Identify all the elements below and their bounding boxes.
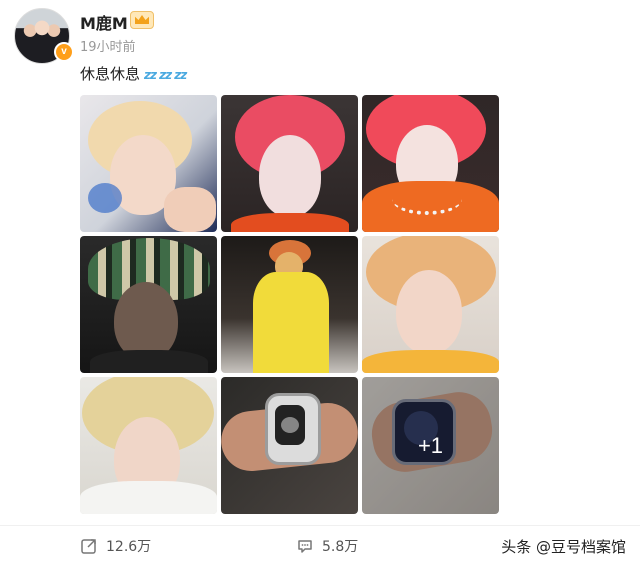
repost-button[interactable]: 12.6万 xyxy=(80,536,151,556)
more-count: +1 xyxy=(417,432,444,458)
comment-button[interactable]: 5.8万 xyxy=(296,536,358,556)
username[interactable]: M鹿M xyxy=(80,10,128,34)
photo-thumbnail[interactable] xyxy=(221,236,358,373)
photo-thumbnail[interactable] xyxy=(362,236,499,373)
sleep-emoji-icon: zz zz zz xyxy=(144,68,187,82)
vip-crown-icon xyxy=(130,11,154,29)
repost-count: 12.6万 xyxy=(106,539,152,555)
divider xyxy=(0,525,640,526)
photo-thumbnail[interactable] xyxy=(221,377,358,514)
comment-count: 5.8万 xyxy=(322,539,359,555)
watermark: 头条 @豆号档案馆 xyxy=(501,536,626,557)
photo-thumbnail[interactable] xyxy=(362,95,499,232)
photo-thumbnail[interactable] xyxy=(221,95,358,232)
photo-thumbnail[interactable] xyxy=(80,236,217,373)
post-timestamp[interactable]: 19小时前 xyxy=(80,36,136,55)
post-text-content: 休息休息 xyxy=(80,65,141,83)
comment-icon xyxy=(298,540,312,553)
more-photos-overlay[interactable]: +1 xyxy=(362,377,499,514)
watermark-text: 头条 @豆号档案馆 xyxy=(501,538,626,556)
post-text: 休息休息 zz zz zz xyxy=(80,63,187,84)
photo-grid: +1 xyxy=(80,95,500,515)
photo-thumbnail[interactable] xyxy=(80,377,217,514)
photo-thumbnail[interactable] xyxy=(80,95,217,232)
share-icon xyxy=(81,539,96,554)
photo-thumbnail-more[interactable]: +1 xyxy=(362,377,499,514)
verified-badge-icon: v xyxy=(54,42,74,62)
